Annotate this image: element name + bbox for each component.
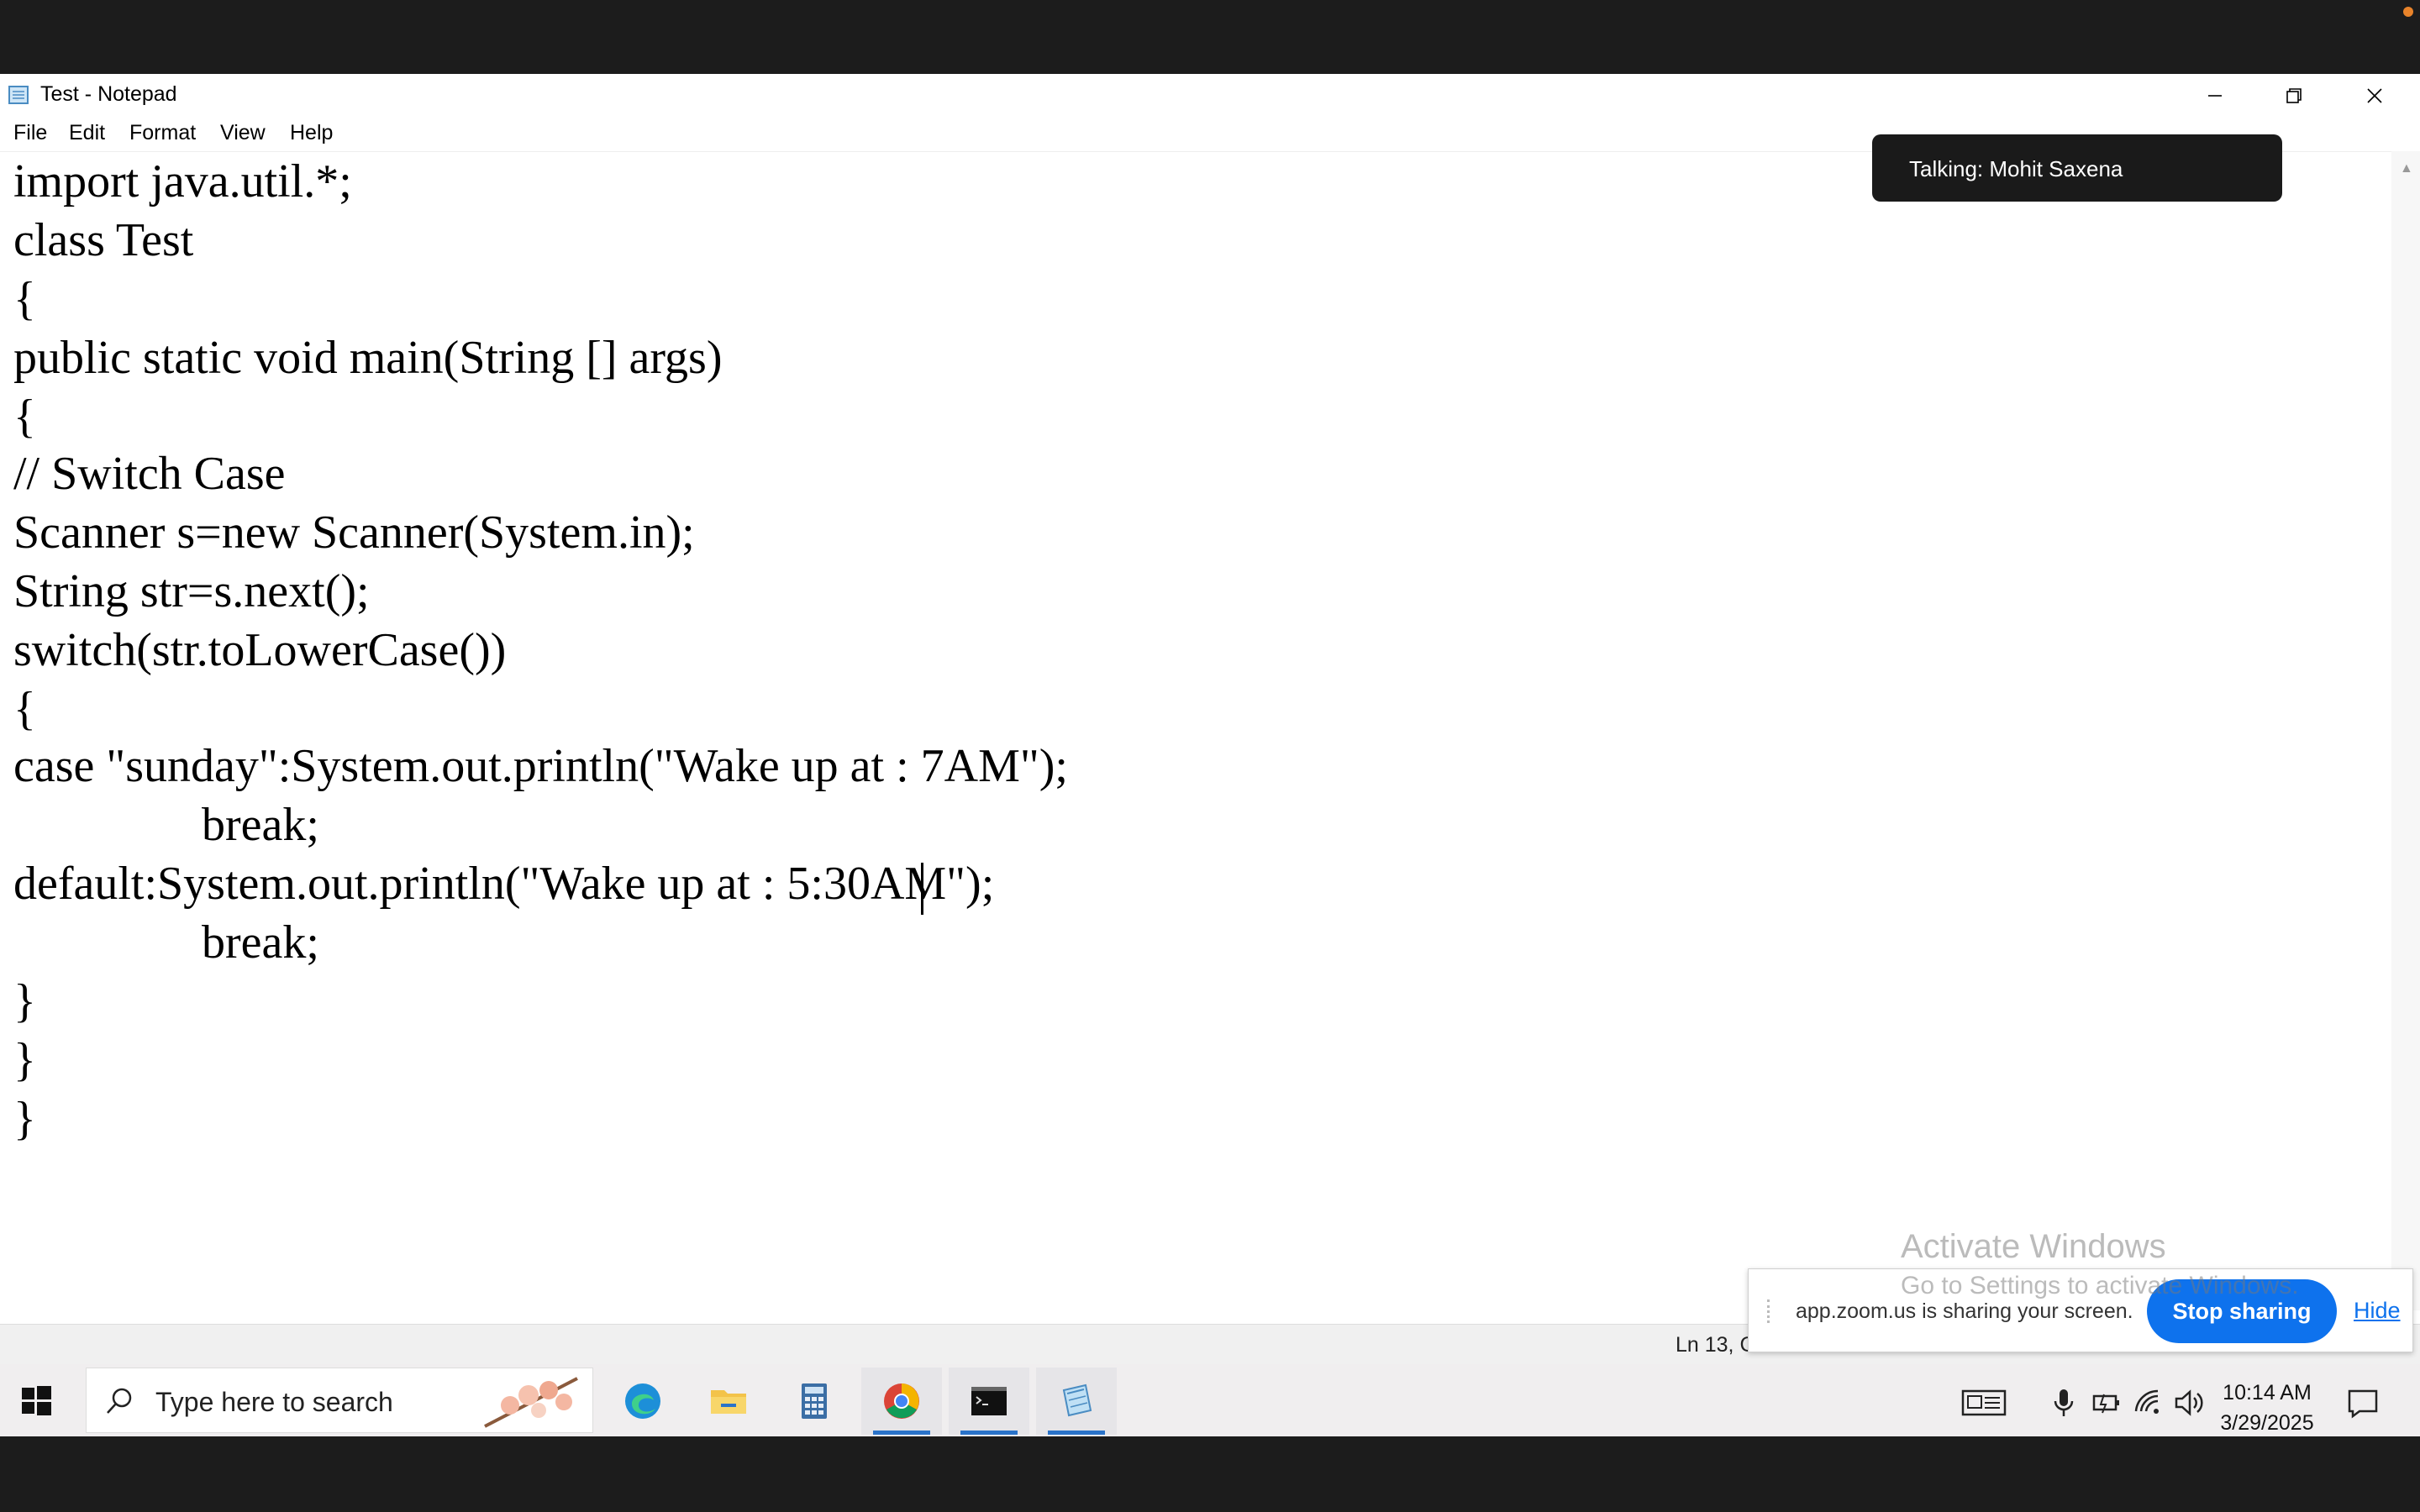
window-title: Test - Notepad — [40, 82, 177, 106]
edge-icon — [625, 1383, 660, 1419]
close-icon — [2367, 88, 2382, 103]
code-line: } — [13, 975, 36, 1027]
taskbar-chrome[interactable] — [861, 1368, 942, 1435]
folder-icon — [711, 1390, 746, 1414]
taskbar-file-explorer[interactable] — [688, 1368, 769, 1435]
code-line: } — [13, 1093, 36, 1145]
news-widget-icon[interactable] — [1961, 1386, 2007, 1420]
text-editor[interactable]: import java.util.*; class Test { public … — [0, 151, 2391, 1310]
scroll-up-icon[interactable]: ▲ — [2400, 161, 2413, 176]
code-line: break; — [13, 799, 319, 851]
calculator-icon — [802, 1383, 827, 1419]
cursor-position: Ln 13, C — [1676, 1333, 1755, 1357]
code-line: { — [13, 683, 36, 735]
search-placeholder: Type here to search — [155, 1387, 393, 1417]
code-line: Scanner s=new Scanner(System.in); — [13, 507, 695, 559]
battery-icon[interactable] — [2089, 1386, 2123, 1420]
vertical-scrollbar[interactable]: ▲ — [2391, 151, 2420, 1310]
code-line: { — [13, 273, 36, 325]
notepad-window: Test - Notepad File Edit Format View Hel… — [0, 74, 2420, 1364]
code-line: { — [13, 391, 36, 443]
activate-windows-subtitle: Go to Settings to activate Windows. — [1901, 1272, 2299, 1299]
wifi-icon[interactable] — [2133, 1386, 2166, 1420]
search-icon — [107, 1388, 132, 1414]
code-line: String str=s.next(); — [13, 565, 370, 617]
code-line: case "sunday":System.out.println("Wake u… — [13, 740, 1068, 792]
taskbar: Type here to search 10:14 AM 3/29/2025 — [0, 1364, 2420, 1436]
active-indicator — [873, 1431, 930, 1435]
taskbar-command-prompt[interactable] — [949, 1368, 1029, 1435]
menu-edit[interactable]: Edit — [69, 121, 105, 145]
clock-date: 3/29/2025 — [2220, 1411, 2314, 1435]
search-highlight-flower-icon — [484, 1377, 578, 1428]
zoom-talking-indicator: Talking: Mohit Saxena — [1872, 134, 2282, 202]
restore-button[interactable] — [2254, 74, 2334, 118]
code-line: default:System.out.println("Wake up at :… — [13, 858, 995, 910]
system-clock[interactable]: 10:14 AM 3/29/2025 — [2208, 1378, 2326, 1438]
code-line: class Test — [13, 214, 194, 266]
clock-time: 10:14 AM — [2223, 1381, 2312, 1404]
minimize-button[interactable] — [2175, 74, 2255, 118]
chrome-icon — [884, 1383, 919, 1419]
menu-format[interactable]: Format — [129, 121, 196, 145]
menu-view[interactable]: View — [220, 121, 266, 145]
taskbar-search-box[interactable]: Type here to search — [86, 1368, 593, 1433]
active-indicator — [960, 1431, 1018, 1435]
text-caret — [921, 863, 923, 915]
screen-top-border — [0, 0, 2420, 74]
title-bar[interactable]: Test - Notepad — [0, 74, 2420, 118]
hide-link[interactable]: Hide — [2354, 1298, 2401, 1324]
taskbar-calculator[interactable] — [774, 1368, 855, 1435]
active-indicator — [1048, 1431, 1105, 1435]
notepad-icon — [1062, 1383, 1092, 1417]
windows-start-icon[interactable] — [17, 1381, 55, 1420]
code-line: break; — [13, 916, 319, 969]
minimize-icon — [2208, 95, 2222, 97]
notepad-app-icon — [8, 86, 29, 104]
camera-indicator-icon — [2403, 7, 2413, 17]
activate-windows-title: Activate Windows — [1901, 1228, 2166, 1265]
notification-center-icon[interactable] — [2344, 1384, 2381, 1421]
restore-icon — [2286, 88, 2302, 103]
code-line: public static void main(String [] args) — [13, 332, 723, 384]
microphone-icon[interactable] — [2047, 1386, 2081, 1420]
screen-bottom-border — [0, 1436, 2420, 1512]
code-line: import java.util.*; — [13, 155, 352, 207]
volume-icon[interactable] — [2171, 1386, 2205, 1420]
taskbar-edge[interactable] — [602, 1368, 683, 1435]
drag-handle-icon[interactable] — [1767, 1299, 1776, 1323]
menu-file[interactable]: File — [13, 121, 47, 145]
taskbar-notepad[interactable] — [1036, 1368, 1117, 1435]
terminal-icon — [971, 1387, 1007, 1415]
code-line: } — [13, 1034, 36, 1086]
menu-help[interactable]: Help — [290, 121, 333, 145]
sharing-message: app.zoom.us is sharing your screen. — [1796, 1299, 2133, 1323]
code-line: switch(str.toLowerCase()) — [13, 624, 507, 676]
close-button[interactable] — [2334, 74, 2415, 118]
code-line: // Switch Case — [13, 448, 286, 500]
